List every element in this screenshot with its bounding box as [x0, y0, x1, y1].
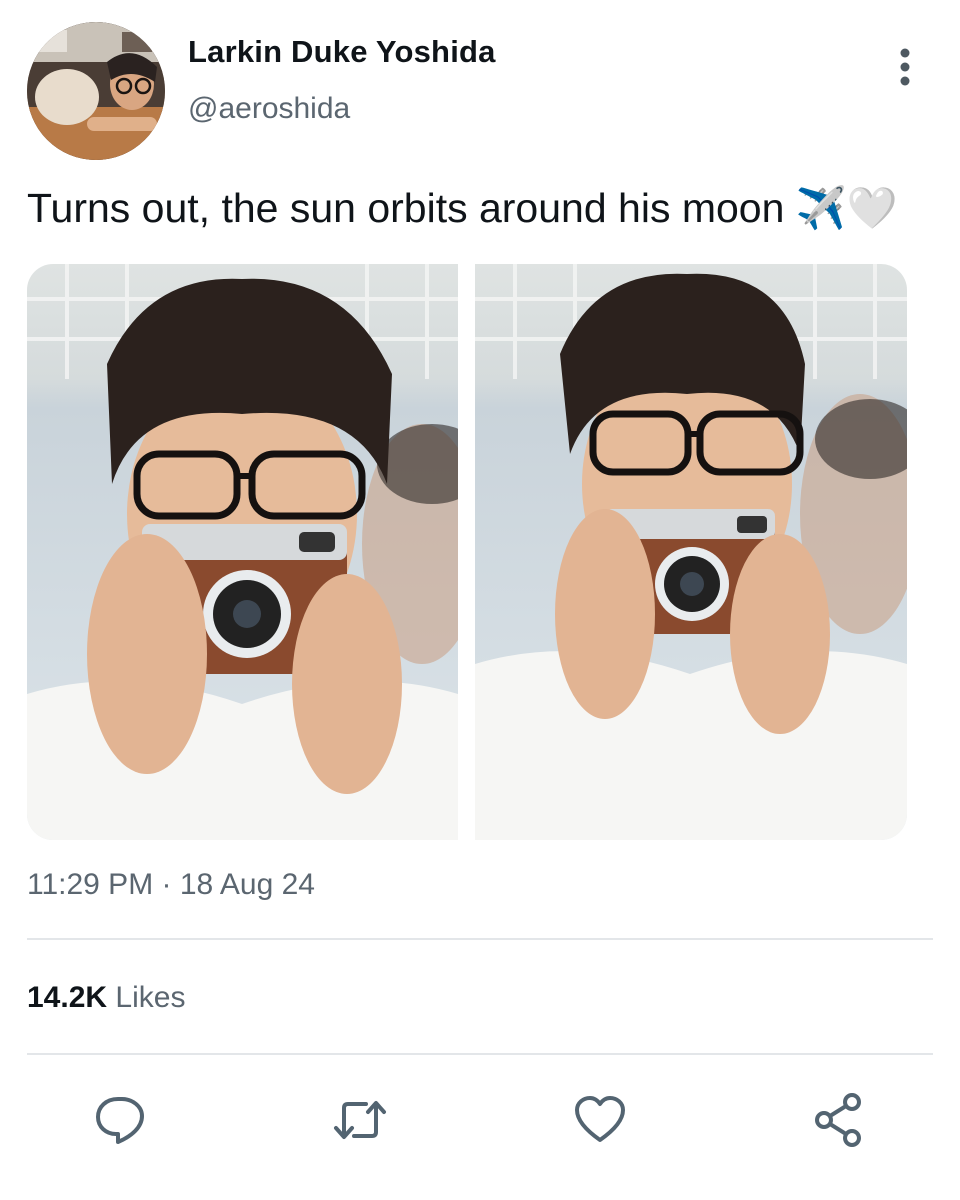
share-button[interactable] — [810, 1090, 870, 1150]
tweet-photo-1[interactable] — [27, 264, 458, 840]
more-options-button[interactable] — [885, 44, 925, 88]
likes-count: 14.2K — [27, 981, 108, 1014]
reply-icon — [96, 1097, 144, 1144]
avatar-image — [27, 22, 165, 160]
retweet-button[interactable] — [330, 1090, 390, 1150]
like-icon — [575, 1096, 625, 1142]
photo-image — [475, 264, 907, 840]
tweet-timestamp[interactable]: 11:29 PM · 18 Aug 24 — [27, 868, 315, 902]
tweet-photo-2[interactable] — [475, 264, 907, 840]
likes-label: Likes — [115, 981, 186, 1014]
reply-button[interactable] — [90, 1090, 150, 1150]
tweet-text: Turns out, the sun orbits around his moo… — [27, 182, 898, 234]
like-button[interactable] — [570, 1090, 630, 1150]
tweet-emoji: ✈️🤍 — [795, 184, 898, 232]
author-handle[interactable]: @aeroshida — [188, 92, 350, 126]
divider — [27, 938, 933, 940]
divider — [27, 1053, 933, 1055]
share-icon — [815, 1093, 861, 1147]
tweet-text-body: Turns out, the sun orbits around his moo… — [27, 185, 796, 231]
retweet-icon — [334, 1101, 386, 1139]
likes-stat[interactable]: 14.2K Likes — [27, 981, 185, 1015]
photo-image — [27, 264, 458, 840]
more-vertical-icon — [900, 48, 910, 86]
author-display-name[interactable]: Larkin Duke Yoshida — [188, 34, 496, 70]
author-avatar[interactable] — [27, 22, 165, 160]
